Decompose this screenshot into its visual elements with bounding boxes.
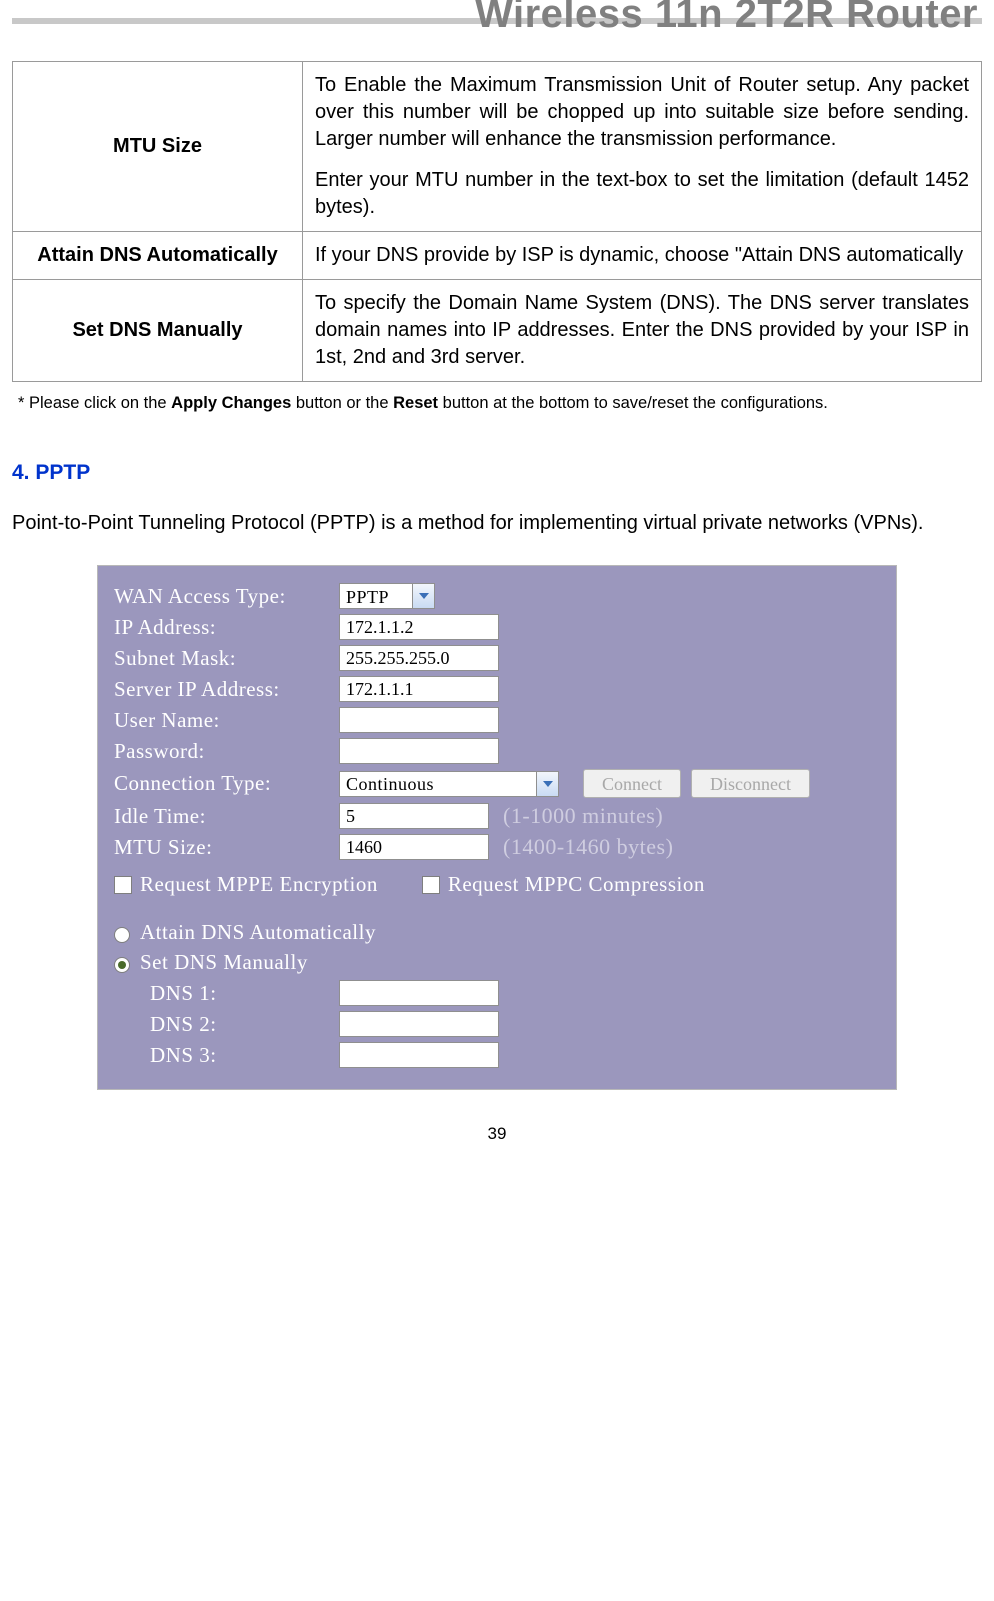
disconnect-button[interactable]: Disconnect — [691, 769, 810, 798]
dns1-label: DNS 1: — [114, 981, 329, 1006]
attain-dns-label: Attain DNS Automatically — [140, 920, 376, 945]
password-input[interactable] — [339, 738, 499, 764]
table-row: Attain DNS Automatically If your DNS pro… — [13, 232, 982, 280]
def-key: MTU Size — [13, 62, 303, 232]
wan-select-value: PPTP — [340, 584, 412, 608]
chevron-down-icon[interactable] — [536, 772, 558, 796]
pptp-settings-panel: WAN Access Type: PPTP IP Address: Subnet… — [97, 565, 897, 1090]
page-title: Wireless 11n 2T2R Router — [12, 0, 982, 37]
connection-type-value: Continuous — [340, 772, 536, 796]
def-val: To Enable the Maximum Transmission Unit … — [303, 62, 982, 232]
idle-time-hint: (1-1000 minutes) — [503, 803, 663, 829]
connection-type-label: Connection Type: — [114, 771, 329, 796]
server-ip-label: Server IP Address: — [114, 677, 329, 702]
section-lead: Point-to-Point Tunneling Protocol (PPTP)… — [12, 503, 982, 543]
attain-dns-radio[interactable] — [114, 927, 130, 943]
mppe-label: Request MPPE Encryption — [140, 872, 378, 897]
dns2-label: DNS 2: — [114, 1012, 329, 1037]
def-val: To specify the Domain Name System (DNS).… — [303, 280, 982, 382]
def-key: Attain DNS Automatically — [13, 232, 303, 280]
note-text: button at the bottom to save/reset the c… — [438, 394, 828, 412]
set-dns-label: Set DNS Manually — [140, 950, 308, 975]
chevron-down-icon[interactable] — [412, 584, 434, 608]
username-label: User Name: — [114, 708, 329, 733]
dns3-label: DNS 3: — [114, 1043, 329, 1068]
def-para: To Enable the Maximum Transmission Unit … — [315, 72, 969, 153]
mtu-size-label: MTU Size: — [114, 835, 329, 860]
footnote: * Please click on the Apply Changes butt… — [18, 394, 976, 413]
page-number: 39 — [12, 1124, 982, 1144]
definitions-table: MTU Size To Enable the Maximum Transmiss… — [12, 61, 982, 382]
wan-select[interactable]: PPTP — [339, 583, 435, 609]
ip-input[interactable] — [339, 614, 499, 640]
set-dns-radio[interactable] — [114, 957, 130, 973]
radio-selected-dot — [118, 961, 126, 969]
wan-label: WAN Access Type: — [114, 584, 329, 609]
idle-time-input[interactable] — [339, 803, 489, 829]
note-text: button or the — [291, 394, 393, 412]
ip-label: IP Address: — [114, 615, 329, 640]
note-bold: Reset — [393, 394, 438, 412]
connection-type-select[interactable]: Continuous — [339, 771, 559, 797]
mppe-checkbox[interactable] — [114, 876, 132, 894]
dns1-input[interactable] — [339, 980, 499, 1006]
def-para: To specify the Domain Name System (DNS).… — [315, 290, 969, 371]
subnet-mask-input[interactable] — [339, 645, 499, 671]
password-label: Password: — [114, 739, 329, 764]
section-heading: 4. PPTP — [12, 461, 982, 485]
dns3-input[interactable] — [339, 1042, 499, 1068]
def-para: Enter your MTU number in the text-box to… — [315, 167, 969, 221]
server-ip-input[interactable] — [339, 676, 499, 702]
mppc-label: Request MPPC Compression — [448, 872, 705, 897]
username-input[interactable] — [339, 707, 499, 733]
connect-button[interactable]: Connect — [583, 769, 681, 798]
table-row: Set DNS Manually To specify the Domain N… — [13, 280, 982, 382]
idle-time-label: Idle Time: — [114, 804, 329, 829]
mtu-size-hint: (1400-1460 bytes) — [503, 834, 673, 860]
mtu-size-input[interactable] — [339, 834, 489, 860]
dns2-input[interactable] — [339, 1011, 499, 1037]
def-val: If your DNS provide by ISP is dynamic, c… — [303, 232, 982, 280]
table-row: MTU Size To Enable the Maximum Transmiss… — [13, 62, 982, 232]
note-bold: Apply Changes — [171, 394, 291, 412]
def-para: If your DNS provide by ISP is dynamic, c… — [315, 242, 969, 269]
def-key: Set DNS Manually — [13, 280, 303, 382]
mask-label: Subnet Mask: — [114, 646, 329, 671]
note-text: * Please click on the — [18, 394, 171, 412]
mppc-checkbox[interactable] — [422, 876, 440, 894]
